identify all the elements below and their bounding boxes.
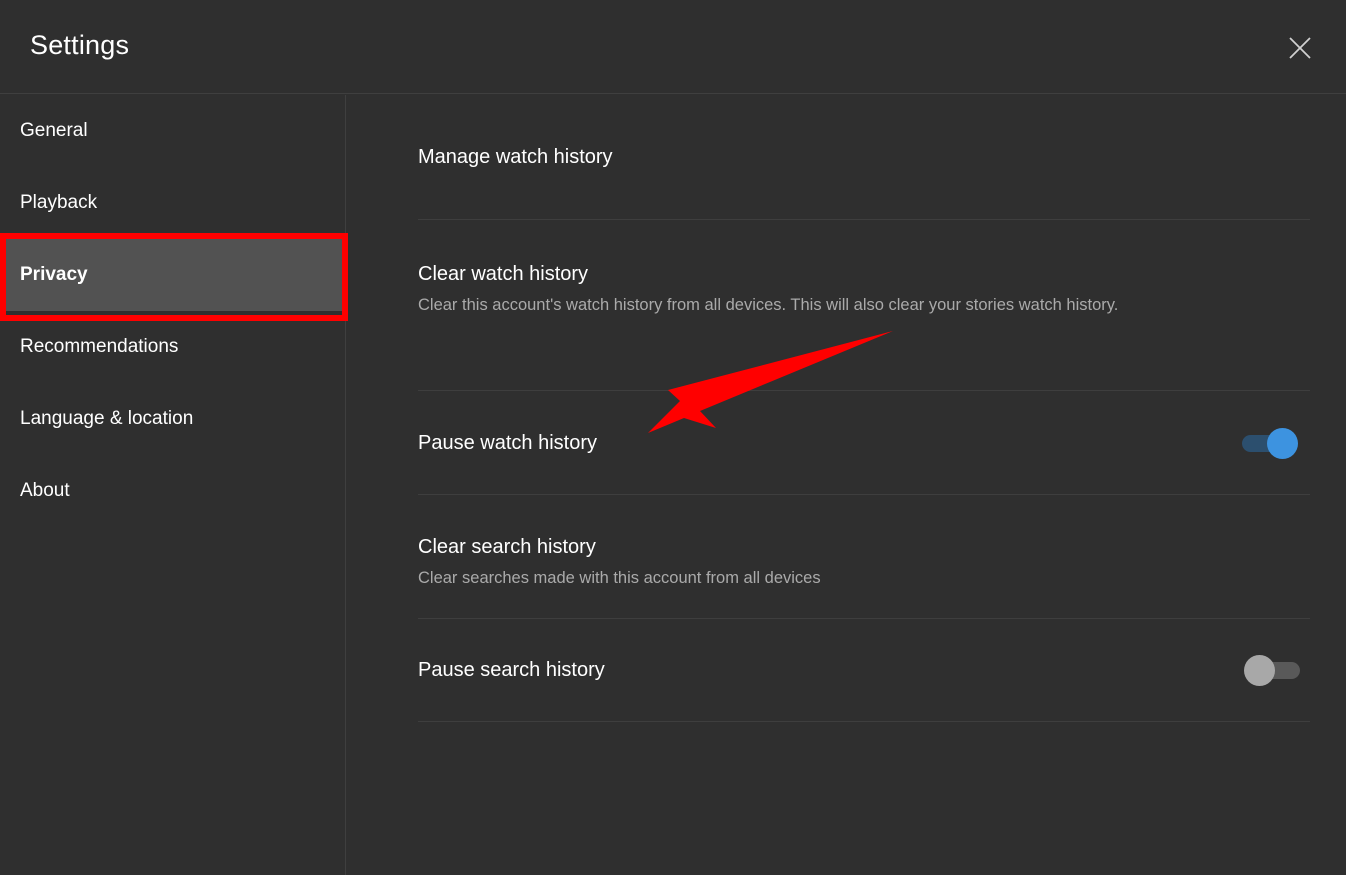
setting-row-clear-search-history[interactable]: Clear search history Clear searches made…: [418, 495, 1310, 619]
sidebar-item-language-location[interactable]: Language & location: [0, 383, 345, 455]
setting-row-pause-search-history[interactable]: Pause search history: [418, 619, 1310, 722]
sidebar-item-general[interactable]: General: [0, 95, 345, 167]
toggle-knob: [1267, 428, 1298, 459]
settings-content: Manage watch history Clear watch history…: [346, 95, 1346, 875]
setting-title: Clear watch history: [418, 262, 1118, 286]
sidebar-item-label: About: [20, 480, 70, 502]
sidebar-item-label: Privacy: [20, 264, 88, 286]
setting-title: Pause watch history: [418, 431, 597, 455]
sidebar-item-playback[interactable]: Playback: [0, 167, 345, 239]
close-icon[interactable]: [1284, 32, 1316, 64]
setting-row-clear-watch-history[interactable]: Clear watch history Clear this account's…: [418, 220, 1310, 391]
setting-description: Clear searches made with this account fr…: [418, 566, 821, 592]
setting-row-pause-watch-history[interactable]: Pause watch history: [418, 391, 1310, 495]
setting-title: Clear search history: [418, 535, 821, 559]
sidebar-item-about[interactable]: About: [0, 455, 345, 527]
setting-row-manage-watch-history[interactable]: Manage watch history: [418, 95, 1310, 220]
sidebar-item-label: Recommendations: [20, 336, 178, 358]
settings-dialog: Settings General Playback Privacy Recomm…: [0, 0, 1346, 875]
pause-search-history-toggle[interactable]: [1242, 647, 1304, 693]
dialog-header: Settings: [0, 0, 1346, 94]
setting-title: Manage watch history: [418, 145, 613, 169]
sidebar-item-label: Language & location: [20, 408, 193, 430]
toggle-knob: [1244, 655, 1275, 686]
sidebar-item-label: Playback: [20, 192, 97, 214]
setting-title: Pause search history: [418, 658, 605, 682]
sidebar-item-recommendations[interactable]: Recommendations: [0, 311, 345, 383]
sidebar-item-privacy[interactable]: Privacy: [0, 239, 345, 311]
sidebar-item-label: General: [20, 120, 88, 142]
sidebar: General Playback Privacy Recommendations…: [0, 95, 346, 875]
page-title: Settings: [30, 30, 129, 61]
setting-description: Clear this account's watch history from …: [418, 293, 1118, 319]
pause-watch-history-toggle[interactable]: [1242, 420, 1304, 466]
